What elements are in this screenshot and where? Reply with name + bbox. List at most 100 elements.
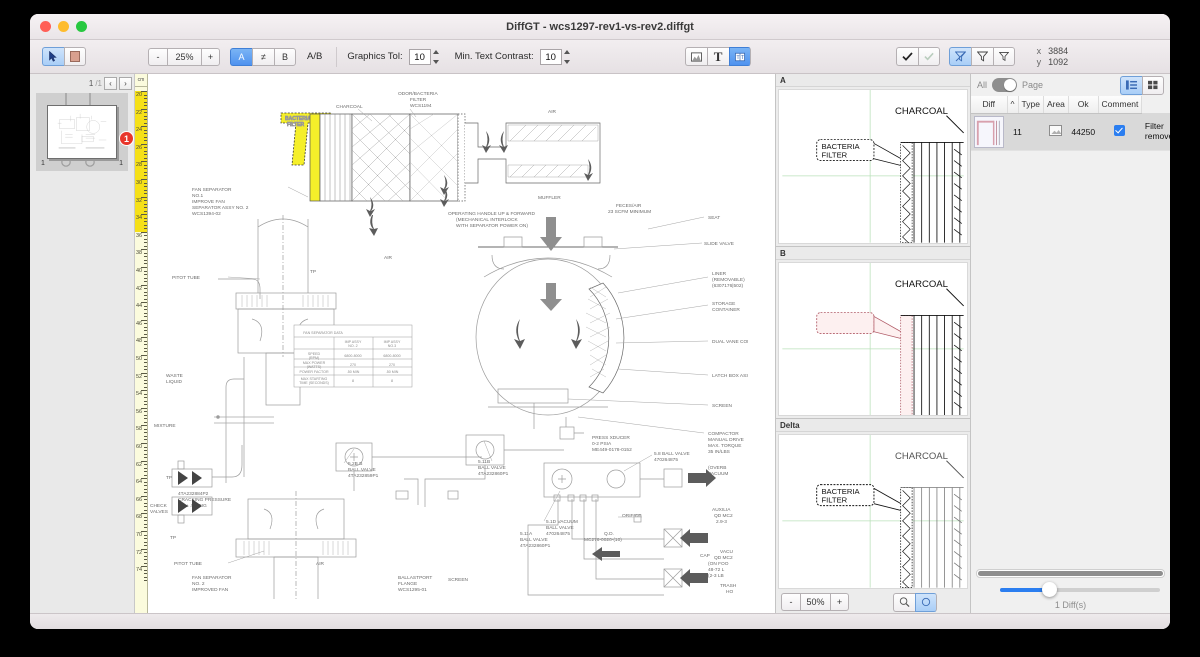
table-row[interactable]: 11 44250 Filter removed	[971, 113, 1170, 151]
svg-text:FILTER: FILTER	[410, 97, 427, 103]
ruler-minor-tick	[144, 263, 147, 265]
diff-list-pane: All Page Diff ^ Type Area Ok Comment 11 …	[970, 74, 1170, 613]
svg-text:(REMOVABLE): (REMOVABLE)	[712, 277, 745, 283]
ruler-tick-label: 30	[136, 180, 143, 186]
ruler-minor-tick	[144, 245, 147, 247]
app-body: 1 /1 ‹ › 1 1 1 cm 20 22 24 26 28 30 32 3…	[30, 74, 1170, 614]
text-layer-icon[interactable]: T	[706, 47, 729, 66]
svg-text:TP: TP	[166, 475, 172, 481]
column-header-type[interactable]: Type	[1018, 96, 1044, 114]
filter-alt-icon[interactable]	[992, 47, 1015, 66]
ruler-minor-tick	[144, 545, 147, 547]
svg-text:PITOT TUBE: PITOT TUBE	[172, 275, 200, 281]
check-on-icon[interactable]	[895, 47, 918, 66]
list-view-icon[interactable]	[1120, 75, 1142, 95]
ruler-minor-tick	[144, 520, 147, 522]
ruler-minor-tick	[144, 288, 147, 290]
svg-text:FILTER: FILTER	[821, 496, 847, 505]
cell-comment[interactable]: Filter removed	[1141, 113, 1170, 151]
ruler-minor-tick	[144, 277, 147, 279]
ruler-minor-tick	[144, 411, 147, 413]
page-number: 1	[88, 79, 94, 88]
compare-view-b[interactable]: CHARCOAL	[778, 261, 968, 417]
zoom-in-button[interactable]: +	[201, 47, 220, 66]
svg-text:470264875: 470264875	[654, 457, 678, 463]
min-text-contrast-input[interactable]: 10	[539, 48, 562, 65]
svg-text:BALL VALVE: BALL VALVE	[520, 537, 548, 543]
select-tool-button[interactable]	[42, 47, 64, 66]
page-thumbnail-item[interactable]: 1 1 1	[36, 93, 134, 171]
sync-circle-icon[interactable]	[915, 592, 937, 612]
ruler-unit-label: cm	[135, 74, 148, 87]
svg-text:5.11A: 5.11A	[520, 531, 533, 537]
text-image-layer-icon[interactable]: TT	[728, 47, 751, 66]
column-header-ok[interactable]: Ok	[1068, 96, 1099, 114]
ruler-minor-tick	[144, 481, 147, 483]
ruler-minor-tick	[141, 443, 147, 444]
svg-text:LINER: LINER	[712, 271, 727, 277]
color-swatch-button[interactable]	[64, 47, 86, 66]
thumbnail-size-slider[interactable]	[1000, 582, 1160, 597]
compare-section-a: A CHARCOAL BACTERIA FILTER	[776, 74, 970, 247]
zoom-region-icon[interactable]	[893, 592, 915, 612]
ruler-minor-tick	[141, 143, 147, 145]
ruler-minor-tick	[144, 365, 147, 367]
ruler-tick-label: 52	[136, 373, 143, 380]
compare-zoom-level[interactable]: 50%	[800, 593, 830, 612]
column-header-sort[interactable]: ^	[1007, 96, 1019, 114]
ruler-minor-tick	[144, 330, 147, 332]
vertical-ruler[interactable]: 20 22 24 26 28 30 32 34 36 38 40 42 44 46 48 50 52 54 56 58…	[135, 87, 148, 613]
ruler-minor-tick	[144, 203, 147, 205]
ruler-tick-label: 58	[136, 426, 143, 433]
scope-toggle[interactable]	[992, 78, 1018, 92]
ruler-minor-tick	[144, 105, 147, 107]
graphics-tol-stepper[interactable]	[432, 49, 441, 65]
compare-zoom-bar: - 50% +	[776, 591, 970, 614]
next-page-button[interactable]: ›	[119, 77, 132, 90]
ok-checkbox[interactable]	[1114, 125, 1126, 136]
ruler-tick-label: 60	[136, 444, 143, 450]
column-header-area[interactable]: Area	[1043, 96, 1069, 114]
column-header-comment[interactable]: Comment	[1098, 96, 1143, 114]
ruler-minor-tick	[144, 291, 147, 293]
cell-ok[interactable]	[1098, 113, 1142, 151]
ruler-minor-tick	[144, 171, 147, 173]
drawing-canvas[interactable]: BACTERIA FILTER CHARCOAL ODOR/BACTERIA F…	[148, 87, 775, 613]
compare-label-delta: Delta	[776, 419, 970, 433]
zoom-level-display[interactable]: 25%	[167, 47, 201, 66]
image-layer-icon[interactable]	[684, 47, 707, 66]
svg-text:AUXILIA: AUXILIA	[712, 507, 731, 513]
compare-label-a: A	[776, 74, 970, 87]
check-off-icon[interactable]	[917, 47, 940, 66]
svg-text:(ON FOO: (ON FOO	[708, 561, 729, 567]
compare-zoom-out-button[interactable]: -	[781, 593, 800, 612]
svg-text:WASTE: WASTE	[166, 373, 183, 379]
grid-view-icon[interactable]	[1142, 75, 1164, 95]
column-header-diff[interactable]: Diff	[971, 96, 1008, 114]
compare-view-delta[interactable]: CHARCOAL BACTERIA FILTER	[778, 434, 968, 590]
min-text-contrast-stepper[interactable]	[563, 49, 572, 65]
technical-drawing: BACTERIA FILTER CHARCOAL ODOR/BACTERIAFI…	[150, 91, 748, 599]
ruler-tick-label: 62	[136, 461, 143, 468]
zoom-out-button[interactable]: -	[148, 47, 167, 66]
horizontal-scrollbar[interactable]	[976, 569, 1165, 578]
graphics-tol-input[interactable]: 10	[408, 48, 431, 65]
view-diff-button[interactable]: ≠	[252, 47, 274, 66]
ruler-tick-label: 74	[136, 567, 143, 574]
view-a-button[interactable]: A	[230, 47, 252, 66]
compare-zoom-in-button[interactable]: +	[830, 593, 849, 612]
compare-view-a[interactable]: CHARCOAL BACTERIA FILTER	[778, 89, 968, 244]
slider-knob[interactable]	[1042, 582, 1057, 597]
ruler-minor-tick	[144, 376, 147, 378]
ruler-minor-tick	[144, 238, 147, 240]
filter-icon[interactable]	[970, 47, 993, 66]
filter-all-icon[interactable]	[948, 47, 971, 66]
ruler-minor-tick	[144, 432, 147, 434]
prev-page-button[interactable]: ‹	[104, 77, 117, 90]
ruler-minor-tick	[144, 534, 147, 536]
svg-text:Q.D.: Q.D.	[604, 531, 614, 537]
view-ab-label[interactable]: A/B	[307, 51, 322, 62]
svg-text:SEPARATOR ASSY NO. 2: SEPARATOR ASSY NO. 2	[192, 205, 249, 211]
svg-text:POWER FACTOR: POWER FACTOR	[299, 370, 328, 374]
view-b-button[interactable]: B	[274, 47, 296, 66]
